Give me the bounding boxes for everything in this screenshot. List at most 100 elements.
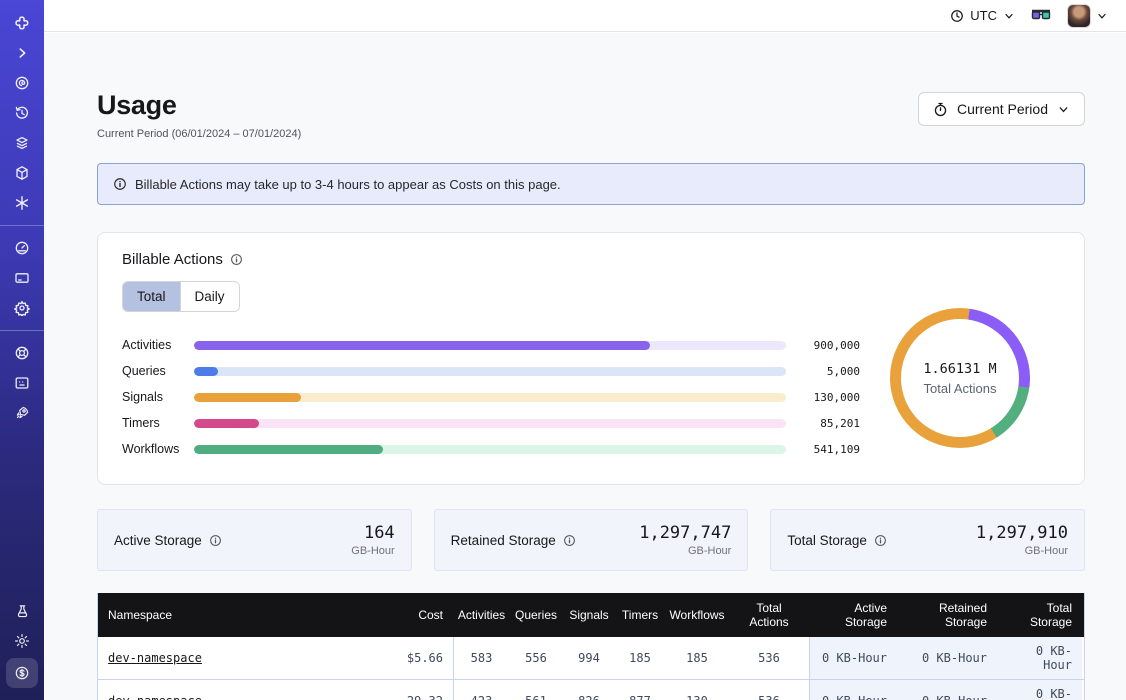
col-retained-storage: Retained Storage bbox=[897, 593, 997, 637]
expand-sidebar-icon[interactable] bbox=[7, 40, 37, 66]
bar-row-timers: Timers 85,201 bbox=[122, 410, 860, 436]
feedback-icon[interactable] bbox=[7, 370, 37, 396]
bar-row-signals: Signals 130,000 bbox=[122, 384, 860, 410]
bar-value: 5,000 bbox=[798, 365, 860, 378]
bar-label: Timers bbox=[122, 416, 186, 430]
bar-label: Queries bbox=[122, 364, 186, 378]
support-lifebuoy-icon[interactable] bbox=[7, 340, 37, 366]
chevron-down-icon bbox=[1096, 10, 1108, 22]
sidebar bbox=[0, 0, 44, 700]
retained-storage-label: Retained Storage bbox=[451, 533, 556, 548]
bar-fill bbox=[194, 341, 650, 350]
deployments-layers-icon[interactable] bbox=[7, 130, 37, 156]
cell-activities: 423 bbox=[453, 680, 509, 700]
glasses-icon[interactable] bbox=[1031, 9, 1051, 23]
topbar: UTC bbox=[44, 0, 1126, 32]
active-storage-card: Active Storage 164 GB-Hour bbox=[97, 509, 412, 571]
user-menu[interactable] bbox=[1067, 4, 1108, 28]
labs-flask-icon[interactable] bbox=[7, 598, 37, 624]
cell-total-storage: 0 KB-Hour bbox=[997, 637, 1082, 679]
retained-storage-value: 1,297,747 bbox=[639, 523, 731, 543]
col-namespace: Namespace bbox=[98, 593, 368, 637]
cell-queries: 561 bbox=[509, 680, 563, 700]
billable-actions-title: Billable Actions bbox=[122, 251, 223, 268]
main-content: Usage Current Period (06/01/2024 – 07/01… bbox=[44, 33, 1126, 700]
workers-cube-icon[interactable] bbox=[7, 160, 37, 186]
period-selector-button[interactable]: Current Period bbox=[918, 92, 1085, 126]
info-icon[interactable] bbox=[230, 253, 243, 266]
info-icon[interactable] bbox=[563, 534, 576, 547]
col-timers: Timers bbox=[615, 593, 665, 637]
col-total-storage: Total Storage bbox=[997, 593, 1082, 637]
billing-card-icon[interactable] bbox=[7, 265, 37, 291]
donut-center: 1.66131 M Total Actions bbox=[901, 319, 1019, 437]
stopwatch-icon bbox=[933, 102, 948, 117]
bar-fill bbox=[194, 367, 218, 376]
settings-gear-icon[interactable] bbox=[7, 295, 37, 321]
billable-actions-card: Billable Actions Total Daily Activities bbox=[97, 232, 1085, 485]
bar-label: Activities bbox=[122, 338, 186, 352]
getting-started-rocket-icon[interactable] bbox=[7, 400, 37, 426]
table-row: dev-namespace $5.66 583 556 994 185 185 … bbox=[98, 637, 1084, 680]
nexus-asterisk-icon[interactable] bbox=[7, 190, 37, 216]
bar-track bbox=[194, 393, 786, 402]
cell-timers: 185 bbox=[615, 637, 665, 679]
user-avatar[interactable] bbox=[1067, 4, 1091, 28]
cell-retained-storage: 0 KB-Hour bbox=[897, 680, 997, 700]
storage-summary-row: Active Storage 164 GB-Hour Retained Stor… bbox=[97, 509, 1085, 571]
tab-total[interactable]: Total bbox=[123, 282, 180, 311]
bar-label: Signals bbox=[122, 390, 186, 404]
cell-retained-storage: 0 KB-Hour bbox=[897, 637, 997, 679]
banner-text: Billable Actions may take up to 3-4 hour… bbox=[135, 177, 561, 192]
cell-queries: 556 bbox=[509, 637, 563, 679]
sidebar-divider bbox=[0, 225, 44, 226]
total-storage-value: 1,297,910 bbox=[976, 523, 1068, 543]
retained-storage-card: Retained Storage 1,297,747 GB-Hour bbox=[434, 509, 749, 571]
cell-workflows: 185 bbox=[665, 637, 729, 679]
active-storage-value: 164 bbox=[351, 523, 394, 543]
sidebar-divider bbox=[0, 330, 44, 331]
chevron-down-icon bbox=[1057, 103, 1070, 116]
col-total-actions: Total Actions bbox=[729, 593, 809, 637]
bar-fill bbox=[194, 419, 259, 428]
namespaces-icon[interactable] bbox=[7, 70, 37, 96]
usage-gauge-icon[interactable] bbox=[7, 235, 37, 261]
col-active-storage: Active Storage bbox=[809, 593, 897, 637]
cell-total-actions: 536 bbox=[729, 637, 809, 679]
bar-value: 85,201 bbox=[798, 417, 860, 430]
donut-total-value: 1.66131 M bbox=[923, 361, 996, 377]
namespace-link[interactable]: dev-namespace bbox=[108, 651, 202, 665]
retained-storage-unit: GB-Hour bbox=[639, 545, 731, 557]
usage-dashboard: UTC Usage Current Period (06/01/2024 – 0… bbox=[0, 0, 1126, 700]
tab-daily[interactable]: Daily bbox=[180, 282, 239, 311]
schedules-icon[interactable] bbox=[7, 100, 37, 126]
chevron-down-icon bbox=[1003, 10, 1015, 22]
bar-track bbox=[194, 445, 786, 454]
col-queries: Queries bbox=[509, 593, 563, 637]
cell-signals: 994 bbox=[563, 637, 615, 679]
total-storage-label: Total Storage bbox=[787, 533, 867, 548]
theme-sun-icon[interactable] bbox=[7, 628, 37, 654]
col-activities: Activities bbox=[453, 593, 509, 637]
cell-total-storage: 0 KB-Hour bbox=[997, 680, 1082, 700]
bar-fill bbox=[194, 445, 383, 454]
donut-column: 1.66131 M Total Actions bbox=[860, 268, 1060, 462]
namespace-link[interactable]: dev-namespace bbox=[108, 694, 202, 700]
info-icon[interactable] bbox=[209, 534, 222, 547]
active-storage-unit: GB-Hour bbox=[351, 545, 394, 557]
page-header: Usage Current Period (06/01/2024 – 07/01… bbox=[97, 90, 1085, 140]
info-icon[interactable] bbox=[874, 534, 887, 547]
cell-cost: 29.32 bbox=[368, 680, 453, 700]
bar-track bbox=[194, 341, 786, 350]
bar-row-queries: Queries 5,000 bbox=[122, 358, 860, 384]
bar-track bbox=[194, 367, 786, 376]
clock-icon bbox=[950, 9, 964, 23]
bar-track bbox=[194, 419, 786, 428]
temporal-logo-icon[interactable] bbox=[7, 10, 37, 36]
col-cost: Cost bbox=[368, 593, 453, 637]
col-workflows: Workflows bbox=[665, 593, 729, 637]
bar-value: 900,000 bbox=[798, 339, 860, 352]
timezone-selector[interactable]: UTC bbox=[950, 8, 1015, 23]
pricing-dollar-icon[interactable] bbox=[6, 658, 38, 688]
bar-row-activities: Activities 900,000 bbox=[122, 332, 860, 358]
